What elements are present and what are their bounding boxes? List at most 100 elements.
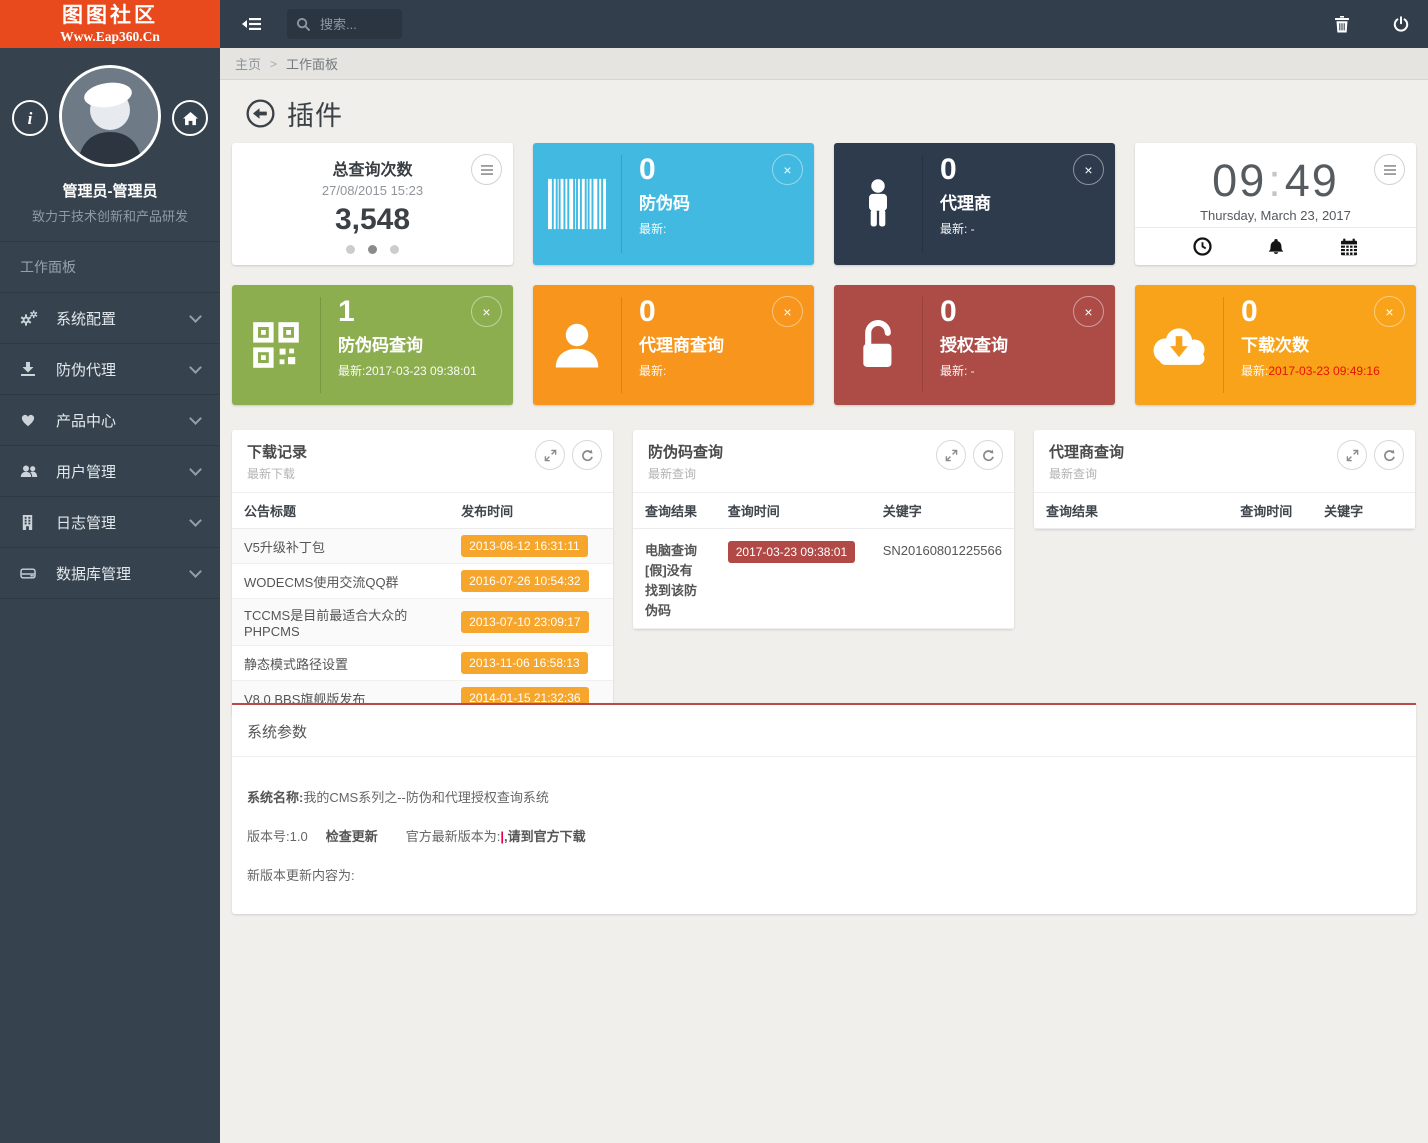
clock-tab-button[interactable] (1191, 235, 1214, 258)
card-menu-button[interactable] (471, 154, 502, 185)
column-header: 关键字 (1312, 493, 1415, 529)
agent-query-panel: 代理商查询 最新查询 查询结果 查询时间 关键字 (1034, 430, 1415, 529)
system-name-label: 系统名称: (247, 790, 304, 805)
brand-title: 图图社区 (62, 4, 158, 27)
calendar-tab-button[interactable] (1338, 236, 1360, 258)
close-icon: × (1385, 303, 1394, 320)
expand-button[interactable] (535, 440, 565, 470)
calendar-icon (1341, 238, 1358, 255)
card-close-button[interactable]: × (1374, 296, 1405, 327)
page-title: 插件 (287, 101, 343, 131)
stat-label: 防伪码查询 (338, 336, 423, 355)
sidebar-item-anti-fake-agent[interactable]: 防伪代理 (0, 344, 220, 395)
expand-button[interactable] (936, 440, 966, 470)
expand-icon (945, 449, 957, 461)
breadcrumb-home[interactable]: 主页 (235, 54, 261, 73)
breadcrumb: 主页 > 工作面板 (220, 48, 1428, 80)
card-close-button[interactable]: × (772, 154, 803, 185)
user-tagline: 致力于技术创新和产品研发 (31, 209, 188, 224)
stat-cards-row-2: 1 防伪码查询 最新:2017-03-23 09:38:01 × 0 代理商查询… (232, 285, 1416, 405)
stat-label: 下载次数 (1241, 336, 1309, 355)
card-close-button[interactable]: × (471, 296, 502, 327)
sidebar-item-product-center[interactable]: 产品中心 (0, 395, 220, 446)
card-close-button[interactable]: × (772, 296, 803, 327)
bell-icon (1268, 238, 1284, 254)
search-input[interactable] (318, 15, 384, 33)
clock-card: 09:49 Thursday, March 23, 2017 (1135, 143, 1416, 265)
expand-button[interactable] (1337, 440, 1367, 470)
card-close-button[interactable]: × (1073, 154, 1104, 185)
system-params-panel: 系统参数 系统名称:我的CMS系列之--防伪和代理授权查询系统 版本号:1.0 检… (232, 703, 1416, 914)
download-title: TCCMS是目前最适合大众的PHPCMS (232, 598, 450, 646)
stat-label: 防伪码 (639, 194, 690, 213)
alarm-tab-button[interactable] (1265, 236, 1287, 258)
refresh-button[interactable] (973, 440, 1003, 470)
query-keyword: SN20160801225566 (870, 528, 1014, 629)
home-button[interactable] (172, 100, 208, 136)
refresh-button[interactable] (572, 440, 602, 470)
cloud-download-icon (1135, 297, 1224, 393)
close-icon: × (482, 303, 491, 320)
expand-icon (1346, 449, 1358, 461)
page-head: 插件 (246, 94, 343, 133)
download-title: WODECMS使用交流QQ群 (232, 563, 450, 599)
clock-icon (1193, 237, 1212, 256)
breadcrumb-separator: > (270, 56, 278, 71)
table-row: 电脑查询[假]没有找到该防伪码 2017-03-23 09:38:01 SN20… (633, 528, 1014, 629)
card-menu-button[interactable] (1374, 154, 1405, 185)
table-row: WODECMS使用交流QQ群 2016-07-26 10:54:32 (232, 563, 613, 599)
chevron-down-icon (189, 462, 202, 476)
official-download-link[interactable]: ,请到官方下载 (504, 829, 586, 844)
hdd-icon (20, 565, 42, 581)
close-icon: × (783, 303, 792, 320)
latest-version-label: 官方最新版本为: (405, 829, 501, 844)
sidebar-item-user-management[interactable]: 用户管理 (0, 446, 220, 497)
sidebar-item-label: 防伪代理 (56, 361, 117, 379)
back-icon[interactable] (246, 99, 275, 128)
anticode-query-table: 查询结果 查询时间 关键字 电脑查询[假]没有找到该防伪码 2017-03-23… (633, 493, 1014, 629)
auth-query-stat-card: 0 授权查询 最新: - × (834, 285, 1115, 405)
sidebar-item-system-config[interactable]: 系统配置 (0, 293, 220, 344)
column-header: 查询时间 (715, 493, 871, 529)
close-icon: × (1084, 161, 1093, 178)
stat-latest: 最新:2017-03-23 09:49:16 (1241, 364, 1380, 378)
chevron-down-icon (189, 411, 202, 425)
refresh-icon (982, 449, 994, 461)
column-header: 发布时间 (449, 493, 613, 529)
sidebar-toggle-button[interactable] (238, 13, 266, 35)
brand-logo[interactable]: 图图社区 Www.Eap360.Cn (0, 0, 220, 48)
version-label: 版本号:1.0 (247, 829, 308, 844)
logout-button[interactable] (1391, 14, 1411, 34)
anticode-query-panel: 防伪码查询 最新查询 查询结果 查询时间 关键字 电脑查询[假]没有找到该防伪码… (633, 430, 1014, 629)
refresh-button[interactable] (1374, 440, 1404, 470)
sidebar-item-log-management[interactable]: 日志管理 (0, 497, 220, 548)
person-icon (834, 155, 923, 253)
check-update-link[interactable]: 检查更新 (326, 829, 378, 844)
carousel-dots (232, 245, 513, 254)
info-button[interactable]: i (12, 100, 48, 136)
search-icon (296, 17, 311, 31)
sidebar-menu: 系统配置 防伪代理 产品中心 用户管理 日志管理 数据库管理 (0, 293, 220, 599)
sidebar-item-database-management[interactable]: 数据库管理 (0, 548, 220, 599)
carousel-dot[interactable] (346, 245, 355, 254)
total-queries-date: 27/08/2015 15:23 (321, 183, 424, 198)
time-badge: 2013-08-12 16:31:11 (461, 535, 588, 557)
system-params-title: 系统参数 (232, 705, 1416, 757)
sidebar-item-label: 系统配置 (56, 310, 117, 328)
menu-icon (1383, 164, 1396, 175)
brand-subtitle: Www.Eap360.Cn (60, 29, 160, 44)
carousel-dot-active[interactable] (368, 245, 377, 254)
close-icon: × (783, 161, 792, 178)
stat-latest: 最新: - (940, 222, 975, 236)
time-badge: 2017-03-23 09:38:01 (727, 541, 856, 563)
breadcrumb-current: 工作面板 (286, 57, 339, 72)
trash-icon (1335, 15, 1349, 32)
stat-latest: 最新: - (940, 364, 975, 378)
downloads-panel: 下载记录 最新下载 公告标题 发布时间 V5升级补丁包 2013-08-12 1… (232, 430, 613, 716)
sidebar-item-label: 数据库管理 (56, 565, 132, 583)
carousel-dot[interactable] (390, 245, 399, 254)
latest-download-date: 2017-03-23 09:49:16 (1268, 364, 1380, 378)
card-close-button[interactable]: × (1073, 296, 1104, 327)
trash-button[interactable] (1333, 14, 1351, 35)
home-icon (182, 111, 198, 125)
